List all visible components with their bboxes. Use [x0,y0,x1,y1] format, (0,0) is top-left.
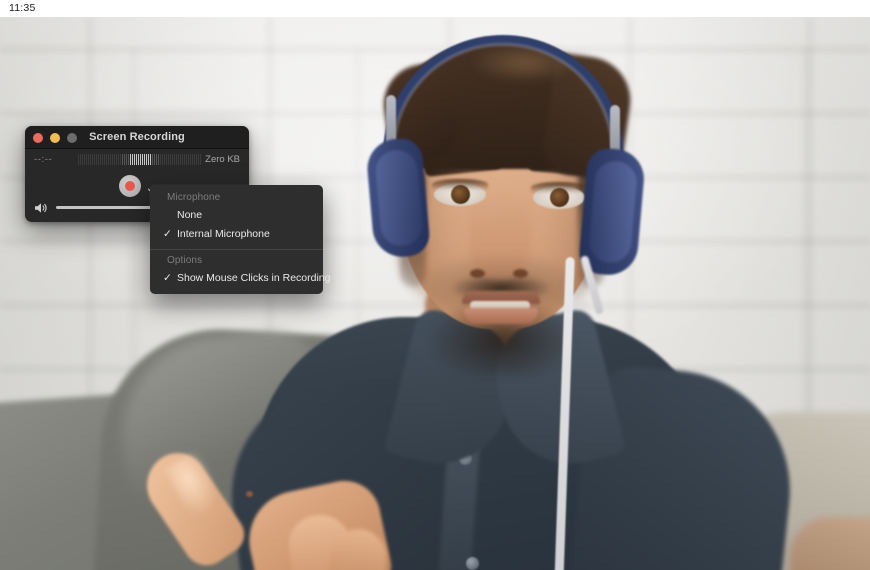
record-dot-icon [124,181,135,191]
eyelid-right [531,182,587,193]
level-bar [92,153,93,165]
level-bar [140,153,141,165]
level-bar [114,153,115,165]
level-bar [188,153,189,165]
level-bar [98,153,99,165]
menu-bar: 11:35 [0,0,870,17]
nostril-right [513,269,528,278]
menu-item-label: Show Mouse Clicks in Recording [177,272,331,284]
level-bar [168,153,169,165]
level-bar [178,153,179,165]
level-bar [116,153,117,165]
level-bar [96,153,97,165]
meter-row: --:-- Zero KB [25,153,249,165]
level-bar [176,153,177,165]
hand-mole [246,491,253,497]
level-bar [104,153,105,165]
level-bar [148,153,149,165]
recording-timer: --:-- [34,153,53,165]
menu-item-label: Internal Microphone [177,228,270,240]
level-bar [110,153,111,165]
level-bar [144,153,145,165]
shirt-button-lower [466,557,479,570]
level-bar [138,153,139,165]
level-bar [164,153,165,165]
level-bar [186,153,187,165]
level-bar [170,153,171,165]
level-bar [122,153,123,165]
level-bar [172,153,173,165]
menubar-clock[interactable]: 11:35 [9,2,36,14]
menu-section-header: Options [167,255,203,266]
level-bar [118,153,119,165]
level-bar [134,153,135,165]
menu-item-internal-microphone[interactable]: ✓ Internal Microphone [150,225,323,244]
level-bar [150,153,151,165]
recording-options-menu[interactable]: Microphone None ✓ Internal Microphone Op… [150,185,330,294]
level-bar [136,153,137,165]
checkmark-icon: ✓ [163,272,172,284]
eyelid-left [432,179,488,190]
level-bar [82,153,83,165]
level-bar [112,153,113,165]
lower-lip [464,308,538,324]
menu-section-header: Microphone [167,192,221,203]
window-titlebar[interactable]: Screen Recording [25,126,249,149]
level-bar [184,153,185,165]
level-bar [198,153,199,165]
level-bar [94,153,95,165]
level-bar [174,153,175,165]
screen: 11:35 Screen Recording --:-- Zero KB Mic… [0,0,870,570]
file-size-label: Zero KB [205,153,240,165]
level-bar [200,153,201,165]
menu-section-options: Options ✓ Show Mouse Clicks in Recording [150,253,330,288]
level-bar [102,153,103,165]
menu-item-label: None [177,209,203,221]
record-button[interactable] [118,175,141,197]
level-bar [84,153,85,165]
level-bar [78,153,79,165]
level-bar [126,153,127,165]
level-bar [130,153,131,165]
speaker-icon [34,201,48,213]
level-bar [158,153,159,165]
level-bar [162,153,163,165]
person-nose [470,195,530,279]
level-bar [146,153,147,165]
level-bar [120,153,121,165]
level-bar [182,153,183,165]
level-bar [88,153,89,165]
checkmark-icon: ✓ [163,228,172,240]
level-bar [190,153,191,165]
level-bar [128,153,129,165]
level-bar [154,153,155,165]
level-bar [90,153,91,165]
level-bar [142,153,143,165]
level-bar [160,153,161,165]
level-bar [106,153,107,165]
level-bar [124,153,125,165]
level-bar [152,153,153,165]
level-bar [156,153,157,165]
menu-separator [150,249,323,250]
level-bar [108,153,109,165]
level-bar [196,153,197,165]
level-bar [80,153,81,165]
level-bar [86,153,87,165]
level-bar [100,153,101,165]
window-title: Screen Recording [89,131,185,143]
menu-item-none[interactable]: None [150,206,323,225]
nostril-left [470,269,485,278]
menu-section-microphone: Microphone None ✓ Internal Microphone [150,190,323,244]
level-bar [194,153,195,165]
audio-level-meter [78,153,201,165]
level-bar [180,153,181,165]
background-photo [0,17,870,570]
menu-item-show-mouse-clicks[interactable]: ✓ Show Mouse Clicks in Recording [150,269,330,288]
level-bar [132,153,133,165]
level-bar [166,153,167,165]
level-bar [192,153,193,165]
